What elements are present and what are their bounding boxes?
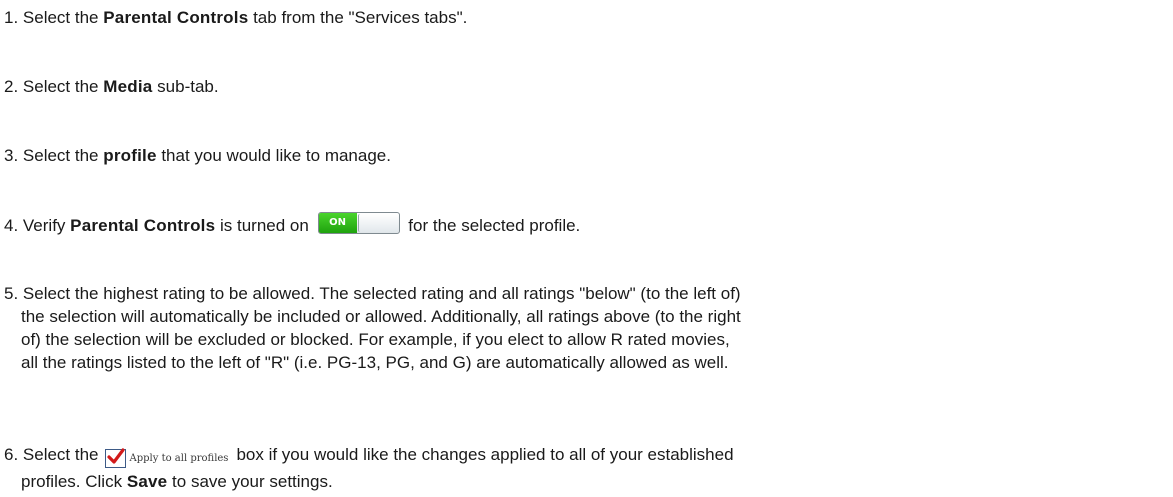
toggle-knob: [357, 214, 398, 232]
step-text: is turned on: [215, 216, 309, 235]
step-line: 6. Select the Apply to all profiles box if…: [4, 443, 734, 470]
step-text: Select the highest rating to be allowed.…: [18, 284, 741, 303]
step-text: Select the: [18, 8, 104, 27]
step-6: 6. Select the Apply to all profiles box if…: [4, 443, 734, 493]
step-line: all the ratings listed to the left of "R…: [21, 353, 729, 372]
step-text: Select the: [18, 146, 104, 165]
step-number: 3.: [4, 146, 19, 165]
step-number: 1.: [4, 8, 19, 27]
step-number: 2.: [4, 77, 19, 96]
on-toggle-switch: ON: [317, 212, 400, 234]
step-number: 5.: [4, 284, 19, 303]
step-number: 6.: [4, 445, 19, 464]
step-line: 5. Select the highest rating to be allow…: [4, 282, 741, 305]
step-text: to save your settings.: [167, 472, 333, 492]
step-text: for the selected profile.: [408, 216, 581, 235]
step-text: Verify: [18, 216, 71, 235]
step-line: profiles. Click Save to save your settin…: [4, 470, 734, 493]
step-3: 3. Select the profile that you would lik…: [4, 144, 391, 167]
checkbox-checked-icon: [104, 448, 126, 469]
step-line: of) the selection will be excluded or bl…: [21, 330, 730, 349]
step-text: box if you would like the changes applie…: [236, 445, 734, 464]
step-bold-term: Media: [103, 77, 153, 96]
step-bold-term: profile: [103, 146, 157, 165]
step-bold-term: Parental Controls: [70, 216, 216, 235]
step-bold-term: Parental Controls: [103, 8, 249, 27]
step-text: Select the: [18, 445, 99, 464]
step-4: 4. Verify Parental Controls is turned on…: [4, 212, 580, 237]
step-text: tab from the "Services tabs".: [248, 8, 468, 27]
step-1: 1. Select the Parental Controls tab from…: [4, 6, 467, 29]
apply-all-checkbox-graphic: Apply to all profiles: [104, 446, 229, 470]
step-text: Select the: [18, 77, 104, 96]
step-text: profiles. Click: [21, 472, 127, 492]
step-2: 2. Select the Media sub-tab.: [4, 75, 219, 98]
step-line: the selection will automatically be incl…: [21, 307, 741, 326]
step-5: 5. Select the highest rating to be allow…: [4, 282, 741, 374]
step-bold-term: Save: [126, 472, 168, 492]
step-number: 4.: [4, 216, 19, 235]
step-text: that you would like to manage.: [156, 146, 391, 165]
checkbox-label: Apply to all profiles: [129, 453, 229, 465]
step-text: sub-tab.: [152, 77, 219, 96]
toggle-on-label: ON: [318, 213, 357, 233]
